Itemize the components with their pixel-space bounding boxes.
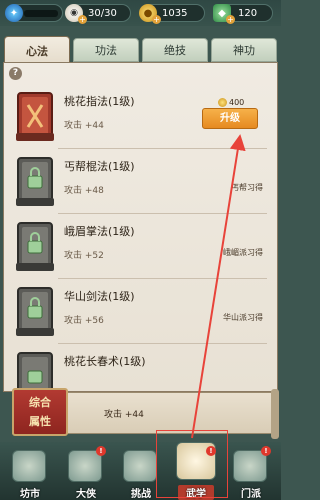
- gold-value: 1035: [162, 7, 188, 19]
- nav-heroes[interactable]: ! 大侠: [58, 442, 114, 500]
- nav-label: 门派: [241, 489, 261, 500]
- divider: [58, 148, 267, 149]
- unlock-source: 华山派习得: [223, 313, 263, 322]
- skill-attribute: 攻击 +52: [64, 251, 104, 261]
- red-book-icon: [16, 92, 54, 141]
- skill-list-panel: ? 桃花指法(1级) 攻击 +44 400 升级 丐帮棍法(1级) 攻击 +48…: [3, 62, 278, 400]
- add-jade-icon[interactable]: +: [226, 15, 235, 24]
- summary-attributes-badge[interactable]: 综合 属性: [12, 388, 68, 436]
- nav-sect[interactable]: ! 门派: [223, 442, 279, 500]
- summary-stat: 攻击 +44: [104, 410, 144, 420]
- locked-book-icon: [16, 222, 54, 271]
- locked-book-icon: [16, 287, 54, 336]
- skill-attribute: 攻击 +48: [64, 186, 104, 196]
- divider: [58, 213, 267, 214]
- divider: [58, 278, 267, 279]
- tab-gongfa[interactable]: 功法: [73, 38, 139, 62]
- jade-value: 120: [238, 7, 258, 19]
- summary-label-line2: 属性: [29, 415, 51, 428]
- locked-book-icon: [16, 157, 54, 206]
- jade-display[interactable]: ◆ + 120: [213, 4, 273, 24]
- tab-shengong[interactable]: 神功: [211, 38, 277, 62]
- resource-bar: ✦ ◉ + 30/30 ● + 1035 ◆ + 120: [0, 0, 281, 26]
- skill-attribute: 攻击 +56: [64, 316, 104, 326]
- skill-row[interactable]: 峨眉掌法(1级) 攻击 +52 峨嵋派习得: [6, 219, 277, 283]
- nav-market[interactable]: 坊市: [2, 442, 58, 500]
- upgrade-cost-value: 400: [229, 98, 245, 107]
- tab-jueji[interactable]: 绝技: [142, 38, 208, 62]
- unlock-source: 峨嵋派习得: [223, 248, 263, 257]
- skill-row[interactable]: 桃花指法(1级) 攻击 +44 400 升级: [6, 89, 277, 153]
- alert-badge: !: [261, 446, 271, 456]
- challenge-icon: [123, 450, 157, 482]
- skill-attribute: 攻击 +44: [64, 121, 104, 131]
- player-level[interactable]: ✦: [5, 4, 63, 22]
- annotation-highlight-box: [156, 430, 228, 498]
- skill-name: 峨眉掌法(1级): [64, 225, 135, 238]
- unlock-source: 丐帮习得: [231, 183, 263, 192]
- skill-tabs: 心法 功法 绝技 神功: [0, 36, 281, 64]
- market-icon: [12, 450, 46, 482]
- level-icon: ✦: [5, 4, 23, 22]
- stamina-display[interactable]: ◉ + 30/30: [65, 4, 131, 24]
- upgrade-cost: 400: [218, 98, 244, 107]
- summary-label-line1: 综合: [29, 396, 51, 409]
- skill-row[interactable]: 华山剑法(1级) 攻击 +56 华山派习得: [6, 284, 277, 348]
- tab-xinfa[interactable]: 心法: [4, 36, 70, 64]
- skill-name: 桃花长春术(1级): [64, 355, 146, 368]
- add-stamina-icon[interactable]: +: [78, 15, 87, 24]
- skill-row[interactable]: 丐帮棍法(1级) 攻击 +48 丐帮习得: [6, 154, 277, 218]
- skill-name: 华山剑法(1级): [64, 290, 135, 303]
- exp-bar: [24, 10, 58, 17]
- upgrade-button[interactable]: 升级: [202, 108, 258, 129]
- skill-name: 桃花指法(1级): [64, 95, 135, 108]
- stamina-value: 30/30: [88, 7, 117, 19]
- add-gold-icon[interactable]: +: [152, 15, 161, 24]
- alert-badge: !: [96, 446, 106, 456]
- gold-coin-icon: [218, 98, 227, 107]
- divider: [58, 343, 267, 344]
- nav-label: 坊市: [20, 489, 40, 500]
- nav-label: 大侠: [76, 489, 96, 500]
- gold-display[interactable]: ● + 1035: [139, 4, 205, 24]
- skill-name: 丐帮棍法(1级): [64, 160, 135, 173]
- help-icon[interactable]: ?: [9, 67, 22, 80]
- bottom-nav: 坊市 ! 大侠 挑战 ! 武学 ! 门派: [0, 442, 281, 500]
